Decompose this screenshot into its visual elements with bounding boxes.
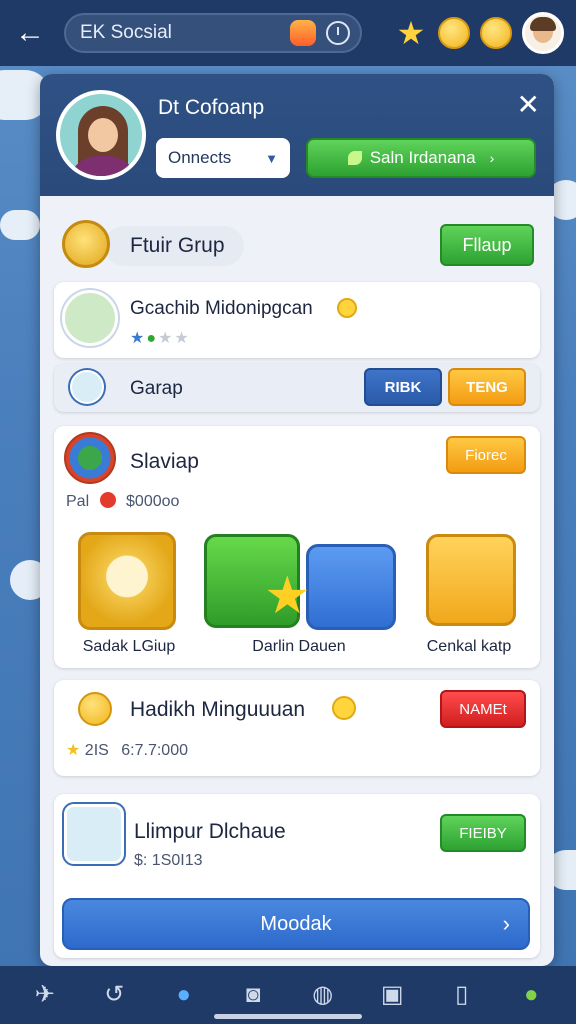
camera-icon[interactable]: ◙ <box>238 980 268 1010</box>
dropdown-value: Onnects <box>168 148 232 167</box>
price-row: Pal $000oo <box>66 492 179 511</box>
coin-icon <box>337 298 357 318</box>
connects-dropdown[interactable]: Onnects ▼ <box>156 138 290 178</box>
coin-icon[interactable] <box>480 17 512 49</box>
coin-icon[interactable] <box>438 17 470 49</box>
chevron-right-icon: › <box>489 150 495 166</box>
app-title-bar[interactable]: EK Socsial <box>64 13 362 53</box>
follow-button-label: Fllaup <box>462 234 512 255</box>
reward-label: Sadak LGiup <box>82 638 176 655</box>
user-avatar[interactable] <box>522 12 564 54</box>
briefcase-icon[interactable]: ▣ <box>377 980 407 1010</box>
chat-icon[interactable]: ◍ <box>308 980 338 1010</box>
rating-stars: ★●★★ <box>130 330 191 347</box>
back-arrow-icon[interactable]: ← <box>12 15 48 51</box>
hadikh-title: Hadikh Minguuuan <box>130 698 306 721</box>
follow-button[interactable]: Fllaup <box>440 224 534 266</box>
primary-action-button[interactable]: Saln Irdanana › <box>306 138 536 178</box>
star-icon: ★ <box>66 742 81 759</box>
fieiby-button[interactable]: FIEIBY <box>440 814 526 852</box>
medal-icon <box>62 220 110 268</box>
stat-count: 2IS <box>84 742 109 759</box>
member-card[interactable]: Gcachib Midonipgcan ★●★★ <box>54 282 540 358</box>
pin-icon[interactable]: ✈ <box>30 980 60 1010</box>
reward-label: Darlin Dauen <box>252 638 346 655</box>
app-title: EK Socsial <box>80 22 172 43</box>
llimpur-value: $: 1S0I13 <box>134 852 203 869</box>
tomato-icon <box>99 492 116 508</box>
chevron-right-icon: › <box>502 911 510 936</box>
fiorec-button[interactable]: Fiorec <box>446 436 526 474</box>
garap-avatar <box>70 370 104 404</box>
close-icon[interactable]: ✕ <box>517 88 540 121</box>
moodak-button-label: Moodak <box>260 912 332 935</box>
member-avatar <box>62 290 118 346</box>
member-name: Gcachib Midonipgcan <box>130 298 313 319</box>
profile-avatar[interactable] <box>56 90 146 180</box>
home-indicator <box>214 1014 362 1019</box>
teng-button-label: TENG <box>466 378 508 396</box>
flame-icon[interactable] <box>290 20 316 46</box>
map-pin-icon[interactable]: ● <box>169 980 199 1010</box>
undo-icon[interactable]: ↺ <box>99 980 129 1010</box>
star-icon[interactable]: ★ <box>394 16 428 50</box>
cloud-decoration <box>0 210 40 240</box>
group-panel: Dt Cofoanp ✕ Onnects ▼ Saln Irdanana › F… <box>40 74 554 966</box>
fiorec-button-label: Fiorec <box>465 446 507 464</box>
reward-gift-monitor-icon[interactable] <box>426 534 516 626</box>
slaviap-card: Slaviap Fiorec Pal $000oo ★ Sadak LGiup … <box>54 426 540 668</box>
moodak-button[interactable]: Moodak › <box>62 898 530 950</box>
price-value: $000oo <box>126 493 180 510</box>
garap-label: Garap <box>130 378 183 399</box>
hadikh-card: Hadikh Minguuuan NAMEt ★ 2IS 6:7.7:000 <box>54 680 540 776</box>
primary-action-label: Saln Irdanana <box>369 148 476 167</box>
group-title: Ftuir Grup <box>130 234 225 257</box>
chevron-down-icon: ▼ <box>265 150 278 166</box>
hadikh-stats: ★ 2IS 6:7.7:000 <box>66 740 188 760</box>
panel-header: Dt Cofoanp ✕ Onnects ▼ Saln Irdanana › <box>40 74 554 196</box>
namet-button-label: NAMEt <box>459 700 507 718</box>
coin-icon <box>78 692 112 726</box>
price-prefix: Pal <box>66 493 90 510</box>
reward-coins-icon[interactable] <box>78 532 176 630</box>
reward-label: Cenkal katp <box>426 638 512 655</box>
stat-value: 6:7.7:000 <box>121 742 188 759</box>
leaf-icon <box>347 151 362 165</box>
ribk-button-label: RIBK <box>384 378 422 396</box>
llimpur-avatar <box>64 804 124 864</box>
teng-button[interactable]: TENG <box>448 368 526 406</box>
ribk-button[interactable]: RIBK <box>364 368 442 406</box>
coin-icon <box>332 696 356 720</box>
slaviap-title: Slaviap <box>130 450 199 473</box>
reward-blue-box-icon[interactable] <box>306 544 396 630</box>
namet-button[interactable]: NAMEt <box>440 690 526 728</box>
star-icon: ★ <box>264 567 311 625</box>
globe-badge-icon <box>64 432 116 484</box>
fieiby-button-label: FIEIBY <box>459 824 507 842</box>
profile-icon[interactable]: ● <box>516 980 546 1010</box>
panel-title: Dt Cofoanp <box>158 96 265 119</box>
llimpur-title: Llimpur Dlchaue <box>134 820 286 843</box>
garap-row[interactable]: Garap RIBK TENG <box>54 364 540 412</box>
book-icon[interactable]: ▯ <box>447 980 477 1010</box>
clock-icon[interactable] <box>326 21 350 45</box>
top-bar: ← EK Socsial ★ <box>0 0 576 66</box>
